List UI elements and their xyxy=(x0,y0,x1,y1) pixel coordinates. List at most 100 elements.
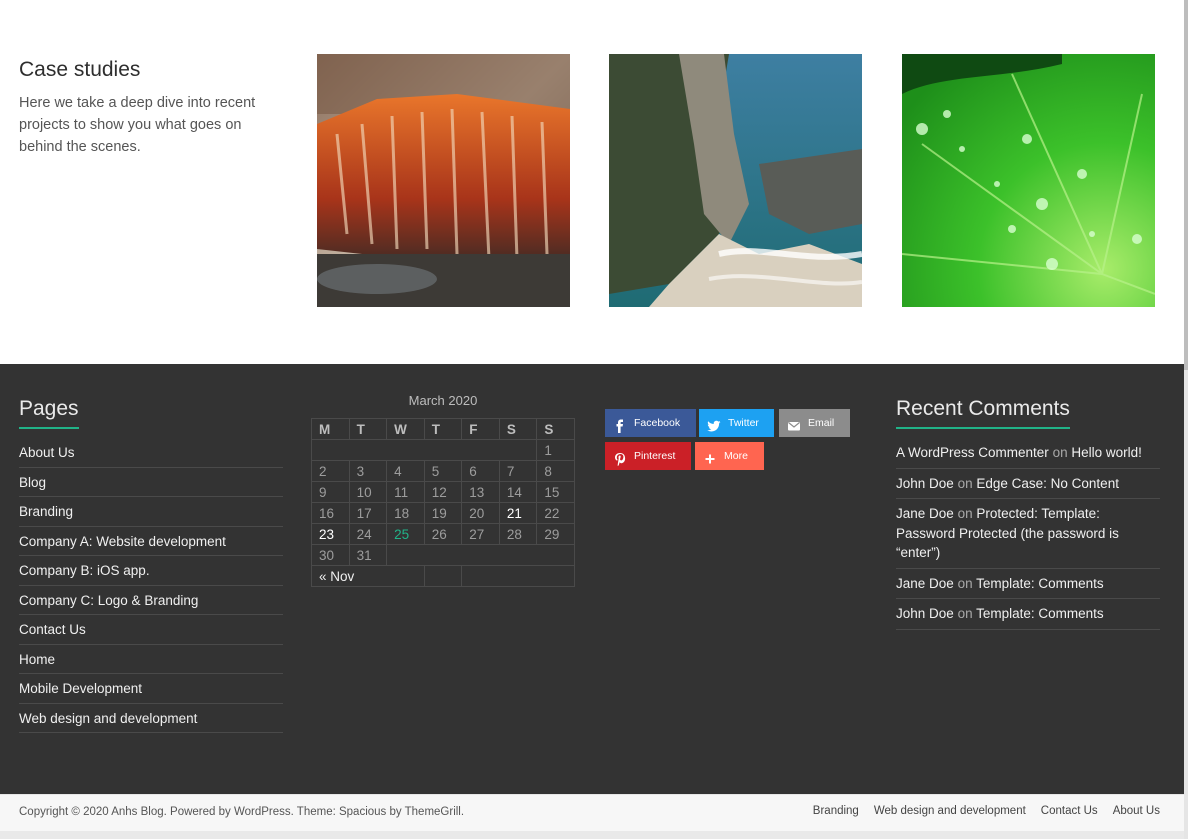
footer-widgets: Pages About Us Blog Branding Company A: … xyxy=(0,364,1184,794)
calendar-day: 13 xyxy=(461,481,500,503)
calendar-caption: March 2020 xyxy=(408,393,478,408)
recent-comments-list: A WordPress Commenter on Hello world! Jo… xyxy=(896,438,1160,630)
comment-post-link[interactable]: Edge Case: No Content xyxy=(976,476,1119,491)
footer-nav-link[interactable]: About Us xyxy=(1113,805,1160,817)
footer-nav-link[interactable]: Contact Us xyxy=(1041,805,1098,817)
on-word: on xyxy=(957,475,973,491)
calendar-day-today[interactable]: 25 xyxy=(386,523,425,545)
facebook-label: Facebook xyxy=(634,417,681,429)
page-link[interactable]: Company C: Logo & Branding xyxy=(19,586,283,615)
calendar-day: 3 xyxy=(348,460,388,482)
calendar-next-empty xyxy=(461,565,575,587)
calendar-day: 27 xyxy=(461,523,500,545)
calendar-widget: March 2020 M T W T F S S 1 2 3 4 5 6 7 8… xyxy=(310,390,575,587)
on-word: on xyxy=(957,606,973,621)
comment-item: A WordPress Commenter on Hello world! xyxy=(896,438,1160,469)
page-link[interactable]: Home xyxy=(19,645,283,674)
comment-item: John Doe on Template: Comments xyxy=(896,599,1160,630)
calendar-day: 4 xyxy=(386,460,425,482)
weekday-header: T xyxy=(348,418,388,440)
calendar-day: 7 xyxy=(498,460,538,482)
page-link[interactable]: Blog xyxy=(19,468,283,497)
calendar-day-link[interactable]: 21 xyxy=(498,502,538,524)
comment-post-link[interactable]: Hello world! xyxy=(1071,445,1142,460)
calendar-day: 11 xyxy=(386,481,425,503)
calendar-day: 12 xyxy=(423,481,463,503)
calendar-day: 18 xyxy=(386,502,425,524)
footer-nav: Branding Web design and development Cont… xyxy=(798,805,1160,817)
recent-comments-title: Recent Comments xyxy=(896,397,1070,429)
comment-post-link[interactable]: Template: Comments xyxy=(976,576,1104,591)
more-label: More xyxy=(724,450,748,462)
copyright-text: Copyright © 2020 Anhs Blog. Powered by W… xyxy=(19,806,465,818)
calendar-day: 30 xyxy=(311,544,350,566)
envelope-icon xyxy=(787,416,801,431)
footer-nav-link[interactable]: Branding xyxy=(813,805,859,817)
scrollbar-thumb[interactable] xyxy=(1184,0,1188,370)
pages-list: About Us Blog Branding Company A: Websit… xyxy=(19,438,283,733)
case-studies-section: Case studies Here we take a deep dive in… xyxy=(0,0,1184,364)
calendar-pad xyxy=(386,544,575,566)
case-study-image-bark[interactable] xyxy=(317,54,570,307)
footer-nav-link[interactable]: Web design and development xyxy=(874,805,1026,817)
calendar-day: 16 xyxy=(311,502,350,524)
plus-icon xyxy=(703,449,717,464)
comment-item: Jane Doe on Template: Comments xyxy=(896,569,1160,599)
page-link[interactable]: Company B: iOS app. xyxy=(19,556,283,586)
calendar-day: 15 xyxy=(536,481,575,503)
case-study-image-leaf[interactable] xyxy=(902,54,1155,307)
page-link[interactable]: Branding xyxy=(19,497,283,527)
twitter-label: Twitter xyxy=(728,417,759,429)
calendar-pad xyxy=(310,439,538,461)
comment-author: John Doe xyxy=(896,606,954,621)
calendar-day: 28 xyxy=(498,523,538,545)
calendar-day: 24 xyxy=(348,523,388,545)
weekday-header: W xyxy=(386,418,425,440)
calendar-day: 1 xyxy=(536,439,575,461)
email-label: Email xyxy=(808,417,835,429)
page-link[interactable]: About Us xyxy=(19,438,283,468)
calendar-pad xyxy=(423,565,463,587)
calendar-day: 20 xyxy=(461,502,500,524)
case-studies-description: Here we take a deep dive into recent pro… xyxy=(19,95,256,155)
calendar-prev-link[interactable]: « Nov xyxy=(311,565,425,587)
comment-author: Jane Doe xyxy=(896,575,954,591)
calendar-day: 29 xyxy=(536,523,575,545)
calendar-day: 22 xyxy=(536,502,575,524)
email-share-button[interactable]: Email xyxy=(779,409,850,437)
calendar-day-link[interactable]: 23 xyxy=(311,523,350,545)
weekday-header: S xyxy=(536,418,575,440)
facebook-icon xyxy=(613,416,627,433)
on-word: on xyxy=(1052,445,1068,460)
weekday-header: F xyxy=(461,418,500,440)
calendar-day: 14 xyxy=(498,481,538,503)
twitter-share-button[interactable]: Twitter xyxy=(699,409,774,437)
comment-item: John Doe on Edge Case: No Content xyxy=(896,469,1160,499)
calendar-day: 5 xyxy=(423,460,463,482)
page-link[interactable]: Web design and development xyxy=(19,704,283,733)
pinterest-share-button[interactable]: Pinterest xyxy=(605,442,691,470)
page-link[interactable]: Company A: Website development xyxy=(19,527,283,556)
calendar-table: M T W T F S S 1 2 3 4 5 6 7 8 9 10 11 12… xyxy=(310,418,575,587)
calendar-day: 26 xyxy=(423,523,463,545)
page-bottom-edge xyxy=(0,831,1188,839)
twitter-icon xyxy=(707,416,721,432)
more-share-button[interactable]: More xyxy=(695,442,764,470)
weekday-header: S xyxy=(498,418,538,440)
page-link[interactable]: Contact Us xyxy=(19,615,283,645)
case-study-image-coast[interactable] xyxy=(609,54,862,307)
facebook-share-button[interactable]: Facebook xyxy=(605,409,696,437)
vertical-scrollbar[interactable] xyxy=(1184,0,1188,839)
calendar-day: 9 xyxy=(311,481,350,503)
comment-author[interactable]: A WordPress Commenter xyxy=(896,445,1049,460)
comment-author: Jane Doe xyxy=(896,506,954,521)
calendar-day: 2 xyxy=(311,460,350,482)
comment-post-link[interactable]: Template: Comments xyxy=(976,606,1104,621)
case-studies-title: Case studies xyxy=(19,58,141,81)
calendar-day: 10 xyxy=(348,481,388,503)
calendar-day: 17 xyxy=(348,502,388,524)
on-word: on xyxy=(957,506,973,521)
page-link[interactable]: Mobile Development xyxy=(19,674,283,704)
pages-widget-title: Pages xyxy=(19,397,79,429)
comment-item: Jane Doe on Protected: Template: Passwor… xyxy=(896,499,1160,569)
